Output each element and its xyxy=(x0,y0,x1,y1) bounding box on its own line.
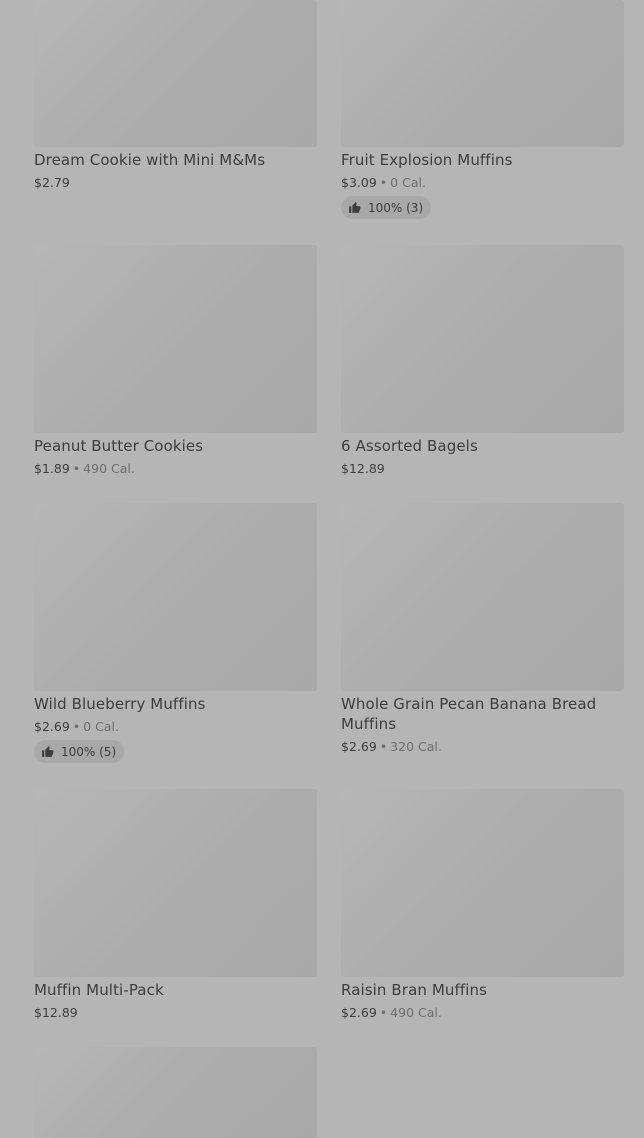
product-grid: Dream Cookie with Mini M&Ms $2.79 Fruit … xyxy=(0,0,644,1138)
product-meta: $2.69 • 490 Cal. xyxy=(341,1005,442,1021)
product-image[interactable] xyxy=(341,0,624,147)
thumbs-up-icon xyxy=(349,202,361,213)
product-calories: 0 Cal. xyxy=(390,175,426,190)
product-image[interactable] xyxy=(34,503,317,691)
product-meta: $1.89 • 490 Cal. xyxy=(34,461,135,477)
product-image[interactable] xyxy=(34,245,317,433)
product-price: $2.69 xyxy=(341,1005,377,1020)
separator-dot: • xyxy=(379,175,388,190)
product-price: $2.69 xyxy=(341,739,377,754)
rating-badge: 100% (5) xyxy=(34,740,125,763)
product-image[interactable] xyxy=(34,1047,317,1138)
product-price: $2.79 xyxy=(34,175,70,190)
thumbs-up-icon xyxy=(42,746,54,757)
product-calories: 0 Cal. xyxy=(83,719,119,734)
separator-dot: • xyxy=(72,461,81,476)
product-price: $2.69 xyxy=(34,719,70,734)
product-name: 6 Assorted Bagels xyxy=(341,437,478,455)
product-image[interactable] xyxy=(341,789,624,977)
product-meta: $2.69 • 320 Cal. xyxy=(341,739,442,755)
product-price: $12.89 xyxy=(341,461,385,476)
product-meta: $2.69 • 0 Cal. xyxy=(34,719,119,735)
product-name: Wild Blueberry Muffins xyxy=(34,695,206,713)
rating-text: 100% (3) xyxy=(368,200,424,215)
product-meta: $2.79 xyxy=(34,175,70,191)
separator-dot: • xyxy=(72,719,81,734)
product-price: $1.89 xyxy=(34,461,70,476)
product-meta: $12.89 xyxy=(34,1005,78,1021)
product-price: $12.89 xyxy=(34,1005,78,1020)
product-name: Raisin Bran Muffins xyxy=(341,981,488,999)
product-meta: $12.89 xyxy=(341,461,385,477)
product-name: Peanut Butter Cookies xyxy=(34,437,204,455)
product-name: Muffin Multi-Pack xyxy=(34,981,164,999)
rating-text: 100% (5) xyxy=(61,744,117,759)
product-calories: 490 Cal. xyxy=(390,1005,442,1020)
product-price: $3.09 xyxy=(341,175,377,190)
rating-badge: 100% (3) xyxy=(341,196,432,219)
separator-dot: • xyxy=(379,1005,388,1020)
product-calories: 320 Cal. xyxy=(390,739,442,754)
separator-dot: • xyxy=(379,739,388,754)
product-meta: $3.09 • 0 Cal. xyxy=(341,175,426,191)
product-calories: 490 Cal. xyxy=(83,461,135,476)
product-image[interactable] xyxy=(34,0,317,147)
product-name: Fruit Explosion Muffins xyxy=(341,151,513,169)
product-name: Whole Grain Pecan Banana Bread Muffins xyxy=(341,695,597,733)
product-image[interactable] xyxy=(341,245,624,433)
product-image[interactable] xyxy=(341,503,624,691)
product-image[interactable] xyxy=(34,789,317,977)
product-name: Dream Cookie with Mini M&Ms xyxy=(34,151,266,169)
